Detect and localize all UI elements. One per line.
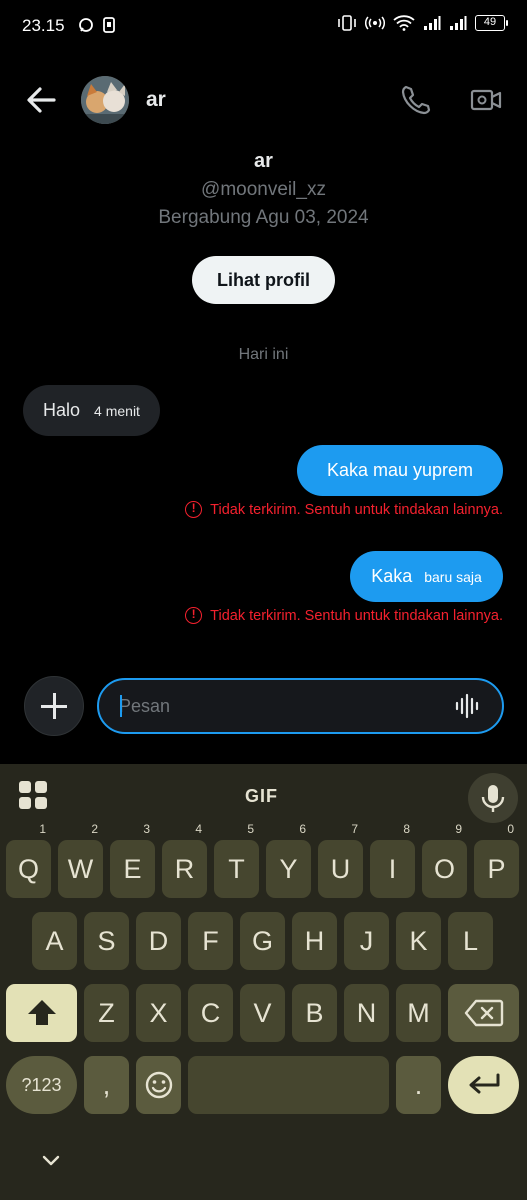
key-l[interactable]: L — [448, 912, 493, 970]
status-bar: 23.15 49 — [0, 0, 527, 54]
comma-key[interactable]: , — [84, 1056, 129, 1114]
key-q[interactable]: Q1 — [6, 822, 51, 898]
voice-input-button[interactable] — [468, 773, 518, 823]
key-w[interactable]: W2 — [58, 822, 103, 898]
signal-2-icon — [450, 16, 467, 30]
error-icon — [185, 501, 203, 518]
key-i[interactable]: I8 — [370, 822, 415, 898]
apps-grid-icon[interactable] — [18, 780, 48, 810]
space-key[interactable] — [188, 1056, 389, 1114]
battery-indicator: 49 — [475, 15, 508, 31]
key-y[interactable]: Y6 — [266, 822, 311, 898]
message-input-container[interactable] — [97, 678, 504, 734]
key-m[interactable]: M — [396, 984, 441, 1042]
key-d[interactable]: D — [136, 912, 181, 970]
key-n[interactable]: N — [344, 984, 389, 1042]
message-text: Kaka — [371, 566, 413, 586]
profile-handle: @moonveil_xz — [201, 179, 326, 200]
key-x[interactable]: X — [136, 984, 181, 1042]
message-text: Kaka mau yuprem — [326, 460, 474, 480]
emoji-icon — [145, 1071, 172, 1099]
emoji-key[interactable] — [136, 1056, 181, 1114]
day-separator: Hari ini — [238, 346, 289, 363]
message-text: Halo — [43, 400, 81, 420]
text-caret — [120, 695, 122, 717]
key-g[interactable]: G — [240, 912, 285, 970]
phone-icon — [401, 85, 431, 115]
message-bubble-outgoing[interactable]: Kaka baru saja — [350, 551, 503, 602]
profile-name: ar — [254, 150, 273, 172]
message-time: baru saja — [424, 568, 482, 585]
key-t[interactable]: T5 — [214, 822, 259, 898]
send-error-text: Tidak terkirim. Sentuh untuk tindakan la… — [210, 607, 503, 624]
error-icon — [185, 607, 203, 624]
status-time: 23.15 — [22, 16, 65, 35]
avatar[interactable] — [81, 76, 129, 124]
key-s[interactable]: S — [84, 912, 129, 970]
key-e[interactable]: E3 — [110, 822, 155, 898]
message-input[interactable] — [119, 680, 439, 732]
period-key[interactable]: . — [396, 1056, 441, 1114]
backspace-icon — [464, 999, 503, 1027]
key-h[interactable]: H — [292, 912, 337, 970]
video-camera-icon — [470, 89, 502, 111]
send-error[interactable]: Tidak terkirim. Sentuh untuk tindakan la… — [185, 501, 503, 518]
message-bubble-incoming[interactable]: Halo 4 menit — [23, 385, 160, 436]
view-profile-button[interactable]: Lihat profil — [192, 256, 335, 304]
key-v[interactable]: V — [240, 984, 285, 1042]
send-error-text: Tidak terkirim. Sentuh untuk tindakan la… — [210, 501, 503, 518]
key-k[interactable]: K — [396, 912, 441, 970]
shift-key[interactable] — [6, 984, 77, 1042]
chevron-down-icon — [42, 1155, 60, 1166]
key-z[interactable]: Z — [84, 984, 129, 1042]
voice-message-button[interactable] — [454, 693, 480, 719]
enter-key[interactable] — [448, 1056, 519, 1114]
chat-title[interactable]: ar — [146, 88, 166, 112]
chat-notification-icon — [79, 18, 93, 32]
vibrate-icon — [338, 15, 356, 31]
signal-icon — [424, 16, 441, 30]
video-call-button[interactable] — [468, 82, 504, 118]
sim-notification-icon — [103, 17, 115, 33]
enter-arrow-icon — [469, 1073, 499, 1094]
key-p[interactable]: P0 — [474, 822, 519, 898]
key-f[interactable]: F — [188, 912, 233, 970]
key-o[interactable]: O9 — [422, 822, 467, 898]
backspace-key[interactable] — [448, 984, 519, 1042]
key-b[interactable]: B — [292, 984, 337, 1042]
microphone-icon — [481, 785, 505, 812]
key-r[interactable]: R4 — [162, 822, 207, 898]
chat-header: ar — [0, 68, 527, 132]
keyboard: GIF Q1 W2 E3 R4 T5 Y6 U7 I8 O9 P0 A S D … — [0, 764, 527, 1200]
add-attachment-button[interactable] — [24, 676, 84, 736]
key-u[interactable]: U7 — [318, 822, 363, 898]
message-time: 4 menit — [94, 402, 140, 419]
back-button[interactable] — [22, 82, 62, 118]
voice-call-button[interactable] — [398, 82, 434, 118]
key-c[interactable]: C — [188, 984, 233, 1042]
audio-waveform-icon — [455, 693, 479, 719]
avatar-image — [81, 76, 129, 124]
key-j[interactable]: J — [344, 912, 389, 970]
symbols-key[interactable]: ?123 — [6, 1056, 77, 1114]
arrow-left-icon — [27, 87, 56, 113]
gif-button[interactable]: GIF — [245, 786, 278, 807]
hide-keyboard-button[interactable] — [40, 1150, 62, 1172]
hotspot-icon — [365, 16, 385, 30]
message-bubble-outgoing[interactable]: Kaka mau yuprem — [297, 445, 503, 496]
key-a[interactable]: A — [32, 912, 77, 970]
profile-joined-date: Bergabung Agu 03, 2024 — [158, 207, 369, 228]
keyboard-toolbar: GIF — [0, 764, 527, 828]
send-error[interactable]: Tidak terkirim. Sentuh untuk tindakan la… — [185, 607, 503, 624]
shift-arrow-icon — [27, 1000, 56, 1025]
wifi-icon — [393, 15, 415, 31]
